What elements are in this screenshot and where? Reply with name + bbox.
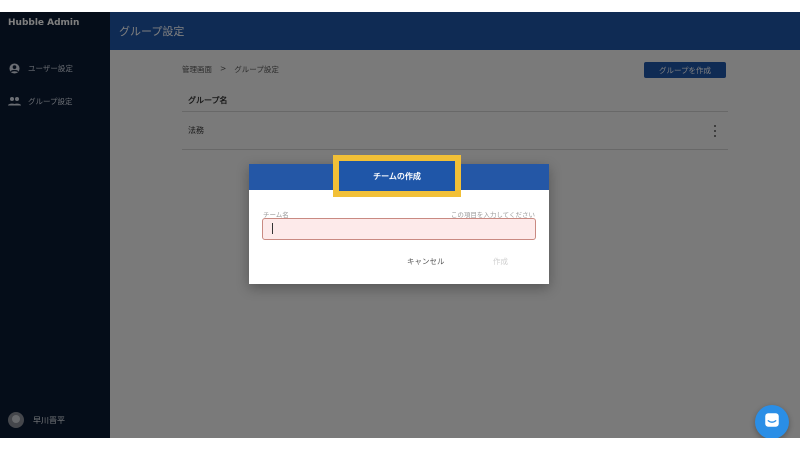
- team-name-input[interactable]: [262, 218, 536, 240]
- dialog-title: チームの作成: [373, 171, 421, 181]
- chat-launcher-button[interactable]: [755, 405, 789, 438]
- text-caret: [272, 223, 273, 234]
- create-team-dialog: チームの作成 チーム名 この項目を入力してください キャンセル 作成: [249, 155, 549, 284]
- cancel-button[interactable]: キャンセル: [407, 256, 445, 267]
- chat-icon: [763, 411, 781, 433]
- create-button[interactable]: 作成: [493, 256, 508, 267]
- dialog-title-highlight: チームの作成: [333, 155, 461, 197]
- app-window: Hubble Admin ユーザー設定 グループ設定 早川晋平 グループ設定 管…: [0, 12, 800, 438]
